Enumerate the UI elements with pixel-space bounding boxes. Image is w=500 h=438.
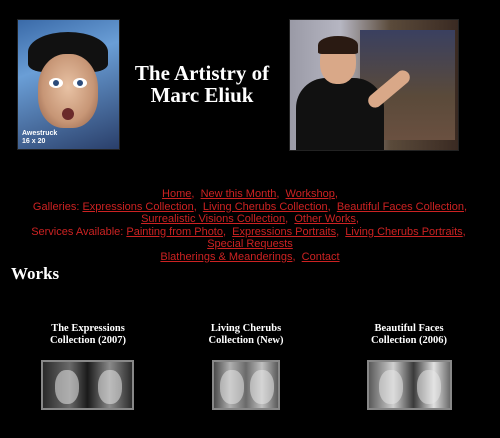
nav-link-expressions-collection[interactable]: Expressions Collection [82, 201, 193, 213]
site-title-line1: The Artistry of [134, 61, 270, 85]
nav-line-galleries-2: Surrealistic Visions Collection, Other W… [141, 213, 359, 225]
site-title: The Artistry of Marc Eliuk [127, 62, 277, 106]
nav-link-living-cherubs-collection[interactable]: Living Cherubs Collection [203, 201, 328, 213]
painting-eye-right [73, 78, 87, 88]
nav-link-painting-from-photo[interactable]: Painting from Photo [126, 226, 223, 238]
thumb-face-right [98, 370, 122, 404]
works-heading: Works [11, 264, 60, 283]
thumb-face-left [379, 370, 403, 404]
site-navigation: Home, New this Month, Workshop, Gallerie… [0, 188, 500, 263]
photo-artist-head [318, 36, 358, 84]
thumb-face-right [250, 370, 274, 404]
nav-link-workshop[interactable]: Workshop [286, 188, 335, 200]
gallery-title-line2: Collection (2006) [370, 334, 448, 346]
gallery-title-living-cherubs[interactable]: Living Cherubs Collection (New) [181, 323, 311, 346]
awestruck-painting-image: Awestruck 16 x 20 [17, 19, 120, 150]
nav-link-home[interactable]: Home [162, 188, 191, 200]
gallery-title-line1: The Expressions [51, 323, 125, 334]
nav-line-galleries: Galleries: Expressions Collection, Livin… [32, 200, 468, 213]
gallery-title-line1: Beautiful Faces [374, 323, 444, 334]
painting-caption-size: 16 x 20 [22, 138, 46, 145]
thumb-face-left [55, 370, 79, 404]
nav-line-services: Services Available: Painting from Photo,… [31, 225, 469, 251]
galleries-label: Galleries: [32, 200, 80, 213]
nav-line-last: Blatherings & Meanderings, Contact [160, 250, 340, 263]
living-cherubs-collection-thumbnail[interactable] [212, 360, 280, 410]
nav-link-living-cherubs-portraits[interactable]: Living Cherubs Portraits [345, 226, 462, 238]
expressions-collection-thumbnail[interactable] [41, 360, 134, 410]
thumb-face-right [417, 370, 441, 404]
painting-caption: Awestruck 16 x 20 [22, 130, 57, 146]
thumb-face-left [220, 370, 244, 404]
nav-link-contact[interactable]: Contact [302, 251, 340, 263]
services-label: Services Available: [31, 225, 124, 238]
artist-at-work-photo [289, 19, 459, 151]
nav-link-expressions-portraits[interactable]: Expressions Portraits [232, 226, 336, 238]
nav-line-main: Home, New this Month, Workshop, [162, 188, 338, 200]
painting-eye-left [49, 78, 63, 88]
beautiful-faces-collection-thumbnail[interactable] [367, 360, 452, 410]
gallery-title-line1: Living Cherubs [210, 323, 282, 334]
nav-link-new-this-month[interactable]: New this Month [201, 188, 277, 200]
nav-link-beautiful-faces-collection[interactable]: Beautiful Faces Collection [337, 201, 464, 213]
nav-link-blatherings[interactable]: Blatherings & Meanderings [160, 251, 292, 263]
gallery-title-line2: Collection (New) [208, 334, 284, 346]
nav-link-special-requests[interactable]: Special Requests [207, 238, 293, 250]
site-title-line2: Marc Eliuk [150, 83, 254, 107]
photo-artist-body [296, 78, 384, 150]
gallery-title-line2: Collection (2007) [49, 334, 127, 346]
nav-link-surrealistic-visions-collection[interactable]: Surrealistic Visions Collection [141, 213, 285, 225]
gallery-title-beautiful-faces[interactable]: Beautiful Faces Collection (2006) [344, 323, 474, 346]
nav-link-other-works[interactable]: Other Works [294, 213, 356, 225]
painting-mouth [62, 108, 74, 120]
gallery-title-expressions[interactable]: The Expressions Collection (2007) [23, 323, 153, 346]
painting-caption-title: Awestruck [22, 130, 58, 137]
